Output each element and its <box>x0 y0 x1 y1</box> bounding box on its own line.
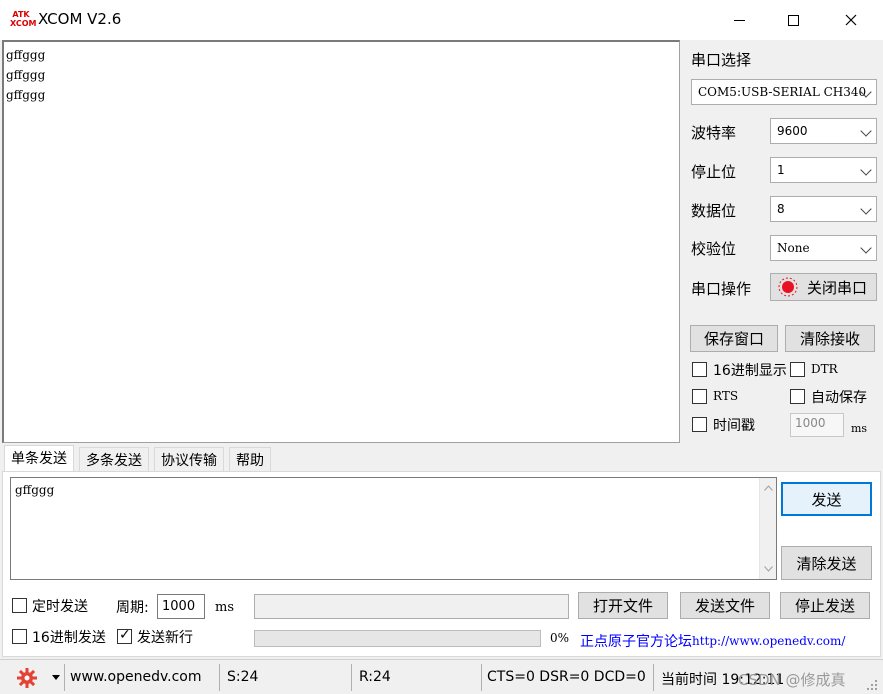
forum-url: http://www.openedv.com/ <box>692 634 846 648</box>
stop-bits-label: 停止位 <box>691 163 737 181</box>
status-site: www.openedv.com <box>70 669 202 685</box>
minimize-button[interactable] <box>716 0 762 40</box>
data-bits-label: 数据位 <box>691 202 737 220</box>
window-title: XCOM V2.6 <box>38 10 122 28</box>
receive-area[interactable]: gffggg gffggg gffggg <box>2 40 680 443</box>
clear-send-button[interactable]: 清除发送 <box>781 546 872 580</box>
status-received: R:24 <box>359 669 391 685</box>
baud-select[interactable]: 9600 <box>770 118 877 144</box>
data-bits-value: 8 <box>777 202 785 216</box>
send-button[interactable]: 发送 <box>781 482 872 516</box>
hex-display-checkbox[interactable] <box>692 362 707 377</box>
rts-checkbox[interactable] <box>692 389 707 404</box>
tab-multi-send[interactable]: 多条发送 <box>79 447 149 471</box>
forum-label: 正点原子官方论坛 <box>580 634 692 650</box>
close-button[interactable] <box>828 0 874 40</box>
watermark: CSDN @修成真 <box>738 671 846 689</box>
tab-protocol[interactable]: 协议传输 <box>154 447 224 471</box>
send-file-button[interactable]: 发送文件 <box>680 592 770 619</box>
minimize-icon <box>733 19 745 21</box>
period-unit: ms <box>215 600 234 615</box>
resize-grip-icon[interactable] <box>866 679 878 691</box>
file-path-input[interactable] <box>254 594 569 619</box>
close-port-label: 关闭串口 <box>807 278 868 297</box>
send-progress-percent: 0% <box>550 631 570 645</box>
tab-single-send[interactable]: 单条发送 <box>4 445 74 471</box>
xcom-logo-icon: ATK XCOM <box>10 10 37 28</box>
parity-select[interactable]: None <box>770 235 877 261</box>
timestamp-label: 时间戳 <box>713 418 755 434</box>
record-icon <box>778 277 798 297</box>
maximize-icon <box>787 14 799 26</box>
forum-link[interactable]: 正点原子官方论坛http://www.openedv.com/ <box>578 627 872 654</box>
timed-send-label: 定时发送 <box>32 599 88 615</box>
baud-label: 波特率 <box>691 124 737 142</box>
send-progress-bar <box>254 630 541 647</box>
auto-save-checkbox[interactable] <box>790 389 805 404</box>
timestamp-input[interactable]: 1000 <box>790 413 844 437</box>
parity-value: None <box>777 241 810 255</box>
close-port-button[interactable]: 关闭串口 <box>770 273 877 301</box>
status-bar: www.openedv.com S:24 R:24 CTS=0 DSR=0 DC… <box>0 659 883 694</box>
status-signals: CTS=0 DSR=0 DCD=0 <box>487 669 646 685</box>
dtr-checkbox[interactable] <box>790 362 805 377</box>
stop-send-button[interactable]: 停止发送 <box>780 592 870 619</box>
hex-display-label: 16进制显示 <box>713 363 787 379</box>
data-bits-select[interactable]: 8 <box>770 196 877 222</box>
rts-label: RTS <box>713 389 739 403</box>
chevron-down-icon <box>860 242 872 254</box>
newline-send-label: 发送新行 <box>137 630 193 646</box>
hex-send-label: 16进制发送 <box>32 630 106 646</box>
receive-line: gffggg <box>6 48 46 62</box>
chevron-down-icon <box>860 164 872 176</box>
title-bar[interactable]: ATK XCOM XCOM V2.6 <box>0 0 883 40</box>
auto-save-label: 自动保存 <box>811 390 867 406</box>
newline-send-checkbox[interactable] <box>117 627 132 644</box>
period-label: 周期: <box>116 600 149 616</box>
timestamp-unit: ms <box>851 422 868 435</box>
baud-value: 9600 <box>777 124 808 138</box>
scroll-down-icon <box>764 566 773 572</box>
timed-send-checkbox[interactable] <box>12 598 27 613</box>
status-sent: S:24 <box>227 669 259 685</box>
port-select[interactable]: COM5:USB-SERIAL CH340 <box>691 79 877 105</box>
stop-bits-value: 1 <box>777 163 785 177</box>
port-select-value: COM5:USB-SERIAL CH340 <box>698 85 867 99</box>
save-window-button[interactable]: 保存窗口 <box>690 325 778 352</box>
open-file-button[interactable]: 打开文件 <box>578 592 668 619</box>
caret-down-icon[interactable] <box>52 675 60 680</box>
maximize-button[interactable] <box>770 0 816 40</box>
tab-help[interactable]: 帮助 <box>229 447 271 471</box>
chevron-down-icon <box>860 203 872 215</box>
send-input[interactable]: gffggg <box>10 477 777 580</box>
close-icon <box>845 14 857 26</box>
hex-send-checkbox[interactable] <box>12 629 27 644</box>
port-select-label: 串口选择 <box>691 51 752 69</box>
scroll-up-icon <box>764 485 773 491</box>
send-scrollbar[interactable] <box>759 478 776 579</box>
gear-icon[interactable] <box>16 667 38 689</box>
chevron-down-icon <box>860 125 872 137</box>
period-input[interactable]: 1000 <box>157 594 205 619</box>
dtr-label: DTR <box>811 362 838 376</box>
receive-line: gffggg <box>6 68 46 82</box>
stop-bits-select[interactable]: 1 <box>770 157 877 183</box>
receive-line: gffggg <box>6 88 46 102</box>
port-op-label: 串口操作 <box>691 280 752 298</box>
timestamp-checkbox[interactable] <box>692 417 707 432</box>
parity-label: 校验位 <box>691 240 737 258</box>
clear-receive-button[interactable]: 清除接收 <box>785 325 875 352</box>
send-text: gffggg <box>15 483 55 497</box>
